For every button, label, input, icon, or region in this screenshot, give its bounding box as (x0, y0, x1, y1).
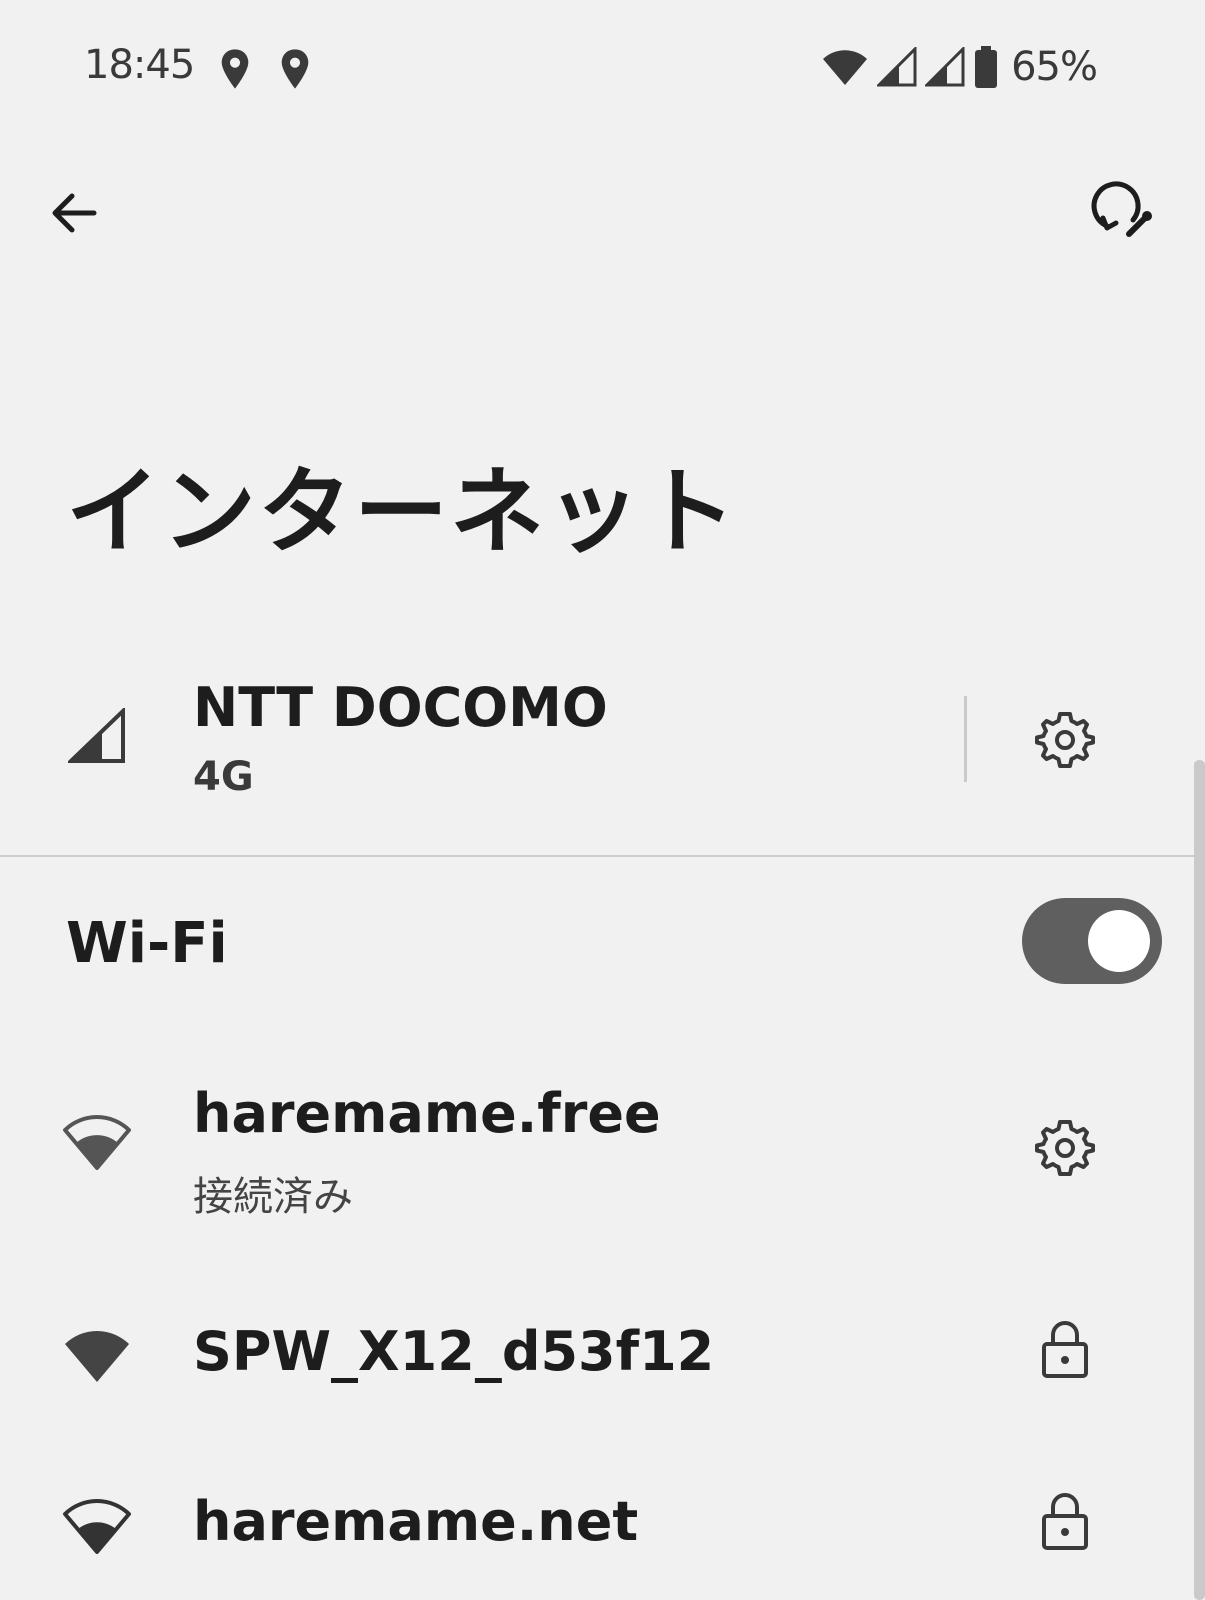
arrow-left-icon[interactable] (42, 180, 108, 246)
page-title: インターネット (66, 458, 739, 567)
status-time: 18:45 (84, 42, 195, 88)
wifi-label: Wi-Fi (66, 911, 228, 976)
cell-signal-icon (925, 47, 965, 87)
network-name[interactable]: haremame.free (193, 1082, 661, 1145)
lock-icon (1042, 1493, 1088, 1550)
vertical-divider (964, 696, 967, 782)
carrier-name: NTT DOCOMO (193, 676, 608, 739)
wifi-full-icon[interactable] (62, 1326, 132, 1384)
wifi-icon[interactable] (62, 1112, 132, 1170)
gear-icon[interactable] (1035, 708, 1095, 768)
location-icon (221, 49, 249, 89)
battery-icon (975, 46, 998, 88)
cell-signal-icon (877, 47, 917, 87)
wifi-icon[interactable] (62, 1496, 132, 1554)
wifi-signal-icon (823, 50, 868, 85)
network-name[interactable]: SPW_X12_d53f12 (193, 1320, 714, 1383)
network-type: 4G (193, 754, 254, 800)
toggle-knob (1088, 910, 1150, 972)
gear-icon[interactable] (1035, 1116, 1095, 1176)
network-name[interactable]: haremame.net (193, 1490, 638, 1553)
battery-percentage: 65% (1011, 44, 1098, 90)
help-feedback-icon[interactable] (1089, 178, 1157, 246)
cell-signal-icon (68, 708, 125, 763)
section-divider (0, 855, 1194, 857)
status-icons: 65% (821, 44, 1098, 90)
scrollbar[interactable] (1194, 760, 1205, 1600)
location-icon (281, 49, 309, 89)
wifi-toggle[interactable] (1022, 898, 1162, 984)
lock-icon (1042, 1321, 1088, 1378)
network-status: 接続済み (193, 1174, 353, 1220)
